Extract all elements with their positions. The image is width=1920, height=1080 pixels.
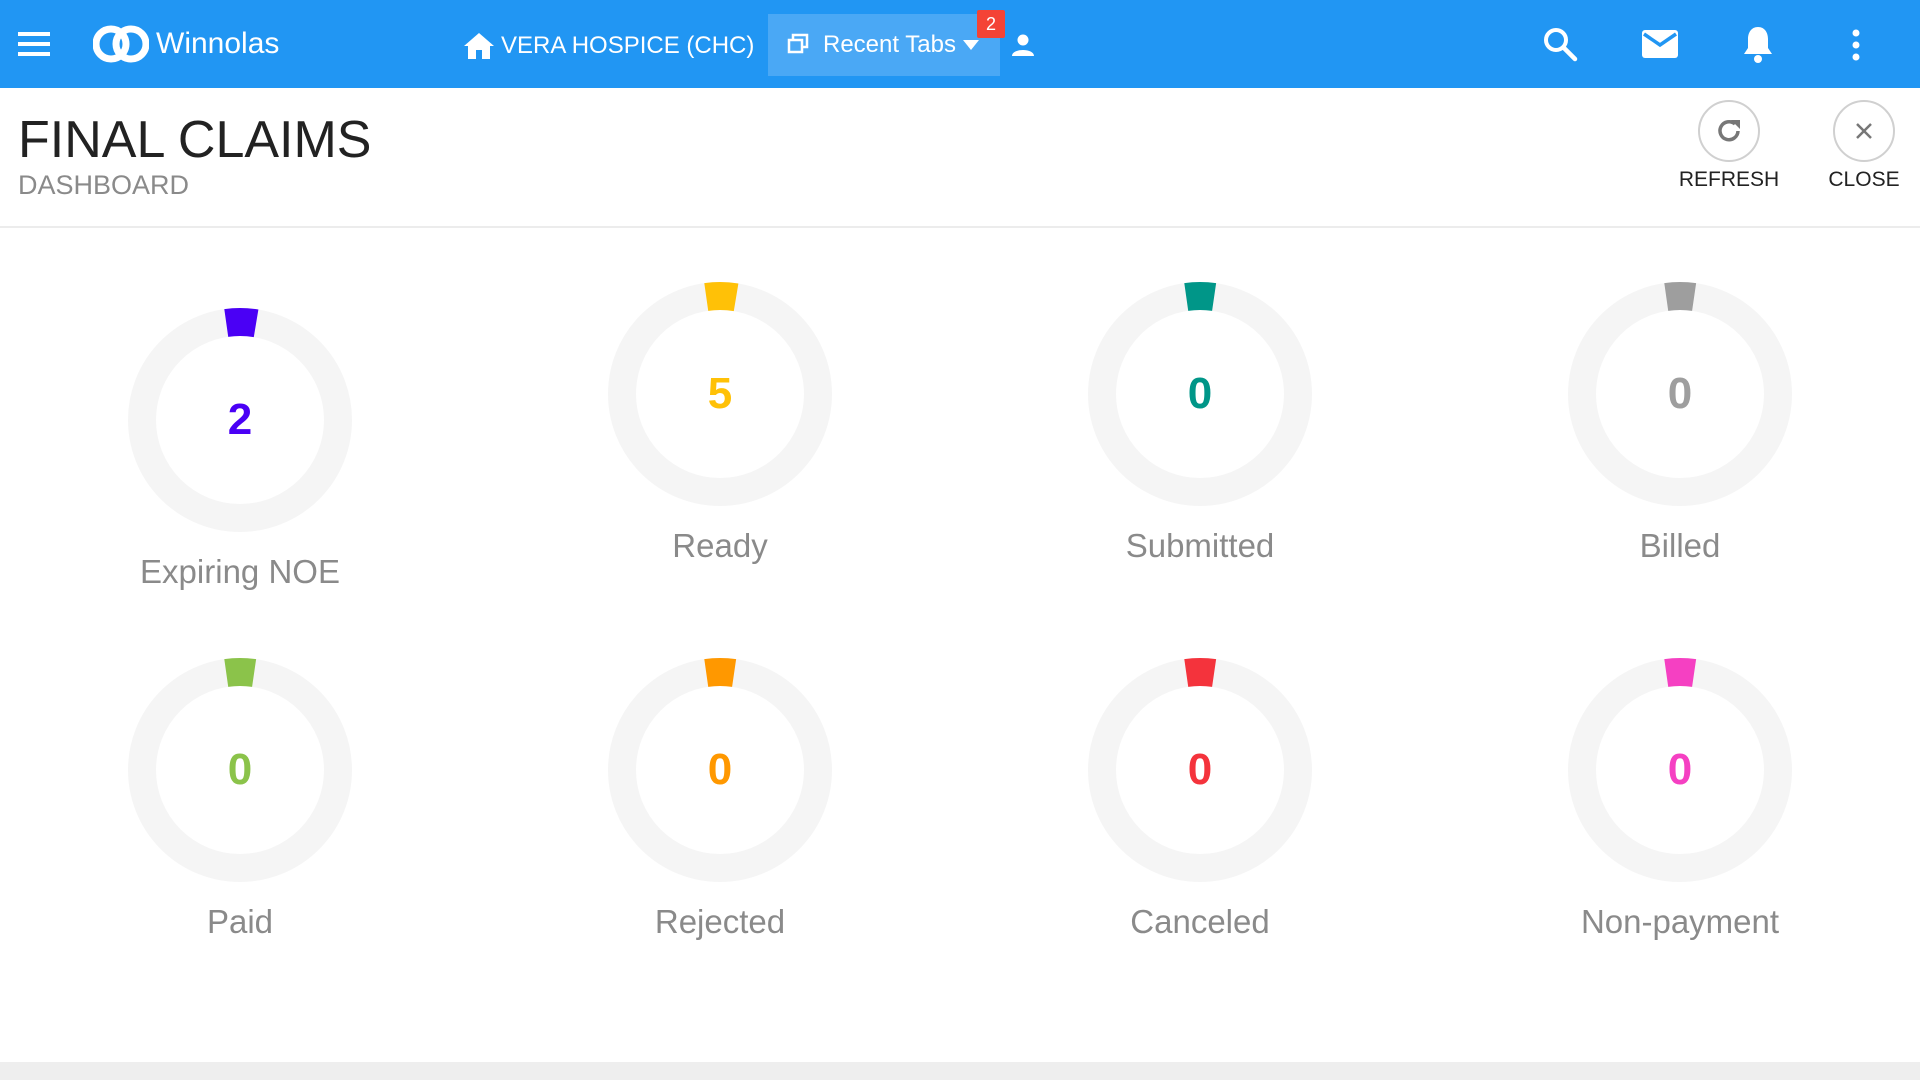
refresh-label: REFRESH	[1678, 168, 1780, 191]
more-options-icon[interactable]	[1846, 28, 1866, 62]
tile-value: 2	[227, 395, 253, 444]
tile-value: 0	[1667, 745, 1693, 794]
tile-expiring-noe[interactable]: 2 Expiring NOE	[90, 270, 390, 630]
brand-logo-icon	[92, 20, 150, 68]
organization-name: VERA HOSPICE (CHC)	[501, 32, 755, 59]
close-button[interactable]: CLOSE	[1802, 100, 1920, 196]
tile-billed[interactable]: 0 Billed	[1530, 244, 1830, 604]
tile-paid[interactable]: 0 Paid	[90, 620, 390, 980]
tile-label: Ready	[672, 527, 768, 564]
search-icon[interactable]	[1542, 26, 1578, 62]
refresh-button[interactable]: REFRESH	[1667, 100, 1787, 196]
tile-submitted[interactable]: 0 Submitted	[1050, 244, 1350, 604]
page-title: FINAL CLAIMS	[18, 111, 372, 169]
tile-canceled[interactable]: 0 Canceled	[1050, 620, 1350, 980]
recent-tabs-icon	[787, 33, 809, 54]
brand-name[interactable]: Winnolas	[156, 24, 279, 64]
tile-value: 5	[707, 369, 733, 418]
tile-label: Billed	[1639, 527, 1721, 564]
tile-value: 0	[227, 745, 253, 794]
tile-label: Submitted	[1125, 527, 1275, 564]
mail-icon[interactable]	[1640, 28, 1680, 60]
tile-label: Expiring NOE	[140, 553, 340, 590]
close-icon	[1856, 123, 1872, 139]
notifications-bell-icon[interactable]	[1741, 24, 1775, 64]
recent-tabs-count-badge: 2	[977, 10, 1005, 38]
user-icon[interactable]	[1010, 32, 1036, 58]
tile-label: Non-payment	[1580, 903, 1780, 940]
page-subtitle: DASHBOARD	[18, 170, 190, 200]
tile-rejected[interactable]: 0 Rejected	[570, 620, 870, 980]
tile-value: 0	[1667, 369, 1693, 418]
close-label: CLOSE	[1828, 168, 1900, 191]
recent-tabs-button[interactable]: Recent Tabs	[768, 14, 1000, 76]
tile-label: Paid	[206, 903, 274, 940]
tile-label: Rejected	[654, 903, 786, 940]
tile-value: 0	[1187, 369, 1213, 418]
top-app-bar: Winnolas VERA HOSPICE (CHC) Recent Tabs …	[0, 0, 1920, 88]
refresh-icon	[1718, 119, 1740, 142]
tile-non-payment[interactable]: 0 Non-payment	[1530, 620, 1830, 980]
tile-value: 0	[707, 745, 733, 794]
hamburger-menu-icon[interactable]	[14, 24, 56, 64]
tile-value: 0	[1187, 745, 1213, 794]
organization-selector[interactable]: VERA HOSPICE (CHC)	[463, 28, 754, 64]
bottom-scroll-strip	[0, 1062, 1920, 1080]
tile-ready[interactable]: 5 Ready	[570, 244, 870, 604]
chevron-down-icon	[963, 40, 979, 50]
header-divider	[0, 226, 1920, 228]
home-icon	[464, 33, 494, 59]
recent-tabs-label: Recent Tabs	[823, 31, 956, 58]
tile-label: Canceled	[1130, 903, 1270, 940]
